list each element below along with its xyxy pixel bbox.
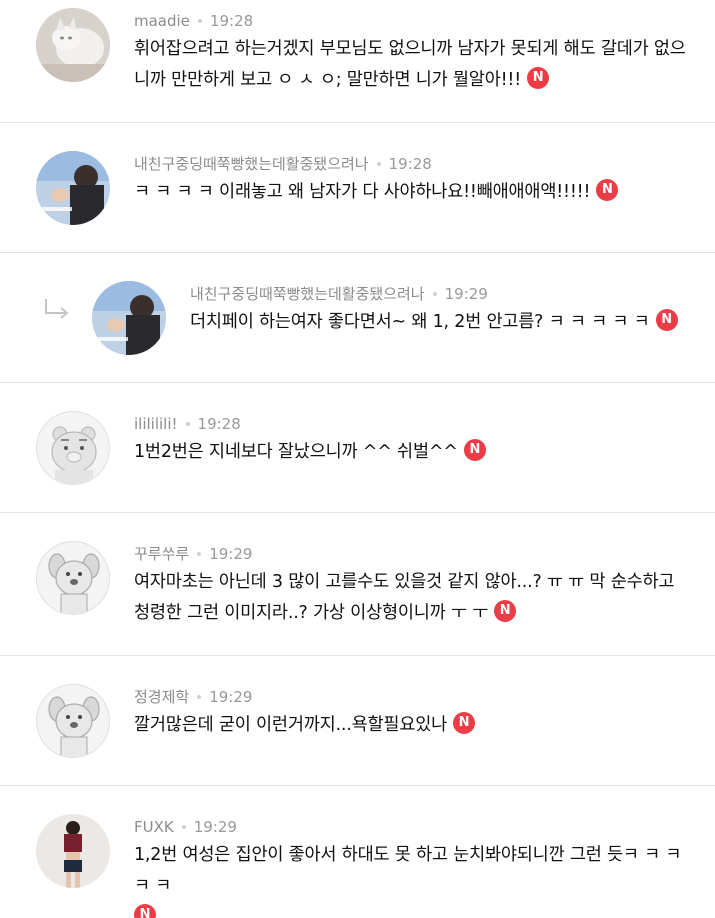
separator-dot (197, 19, 202, 23)
new-badge: N (463, 439, 486, 461)
person-photo-avatar[interactable] (36, 151, 110, 225)
comment-text: 1번2번은 지네보다 잘났으니까 ^^ 쉬벌^^ N (134, 437, 715, 468)
comment-username[interactable]: 내친구중딩때쭉빵했는데활중됐으려나 (190, 285, 425, 303)
separator-dot (181, 825, 186, 829)
comment-text-content: 1,2번 여성은 집안이 좋아서 하대도 못 하고 눈치봐야되니깐 그런 듯ㅋ … (134, 845, 682, 896)
comment-time: 19:29 (209, 545, 253, 563)
comment-item: 내친구중딩때쭉빵했는데활중됐으려나 19:28 ㅋ ㅋ ㅋ ㅋ 이래놓고 왜 남… (0, 123, 715, 253)
person-photo-avatar[interactable] (92, 281, 166, 355)
new-badge: N (655, 309, 678, 331)
new-badge: N (134, 904, 156, 918)
comment-body: 꾸루쑤루 19:29 여자마초는 아닌데 3 많이 고를수도 있을것 같지 않아… (134, 541, 715, 629)
dog-character-avatar[interactable] (36, 684, 110, 758)
comment-text-content: 더치페이 하는여자 좋다면서~ 왜 1, 2번 안고름? ㅋ ㅋ ㅋ ㅋ ㅋ (190, 312, 650, 332)
comment-item: FUXK 19:29 1,2번 여성은 집안이 좋아서 하대도 못 하고 눈치봐… (0, 786, 715, 918)
comment-username[interactable]: maadie (134, 12, 190, 30)
comment-username[interactable]: 정경제학 (134, 688, 189, 706)
comment-time: 19:29 (444, 285, 488, 303)
comment-text: 여자마초는 아닌데 3 많이 고를수도 있을것 같지 않아...? ㅠ ㅠ 막 … (134, 567, 694, 629)
comment-text: 1,2번 여성은 집안이 좋아서 하대도 못 하고 눈치봐야되니깐 그런 듯ㅋ … (134, 840, 694, 918)
comment-time: 19:28 (197, 415, 241, 433)
separator-dot (197, 552, 202, 556)
comment-text: 더치페이 하는여자 좋다면서~ 왜 1, 2번 안고름? ㅋ ㅋ ㅋ ㅋ ㅋN (190, 307, 715, 338)
comment-item: maadie 19:28 휘어잡으려고 하는거겠지 부모님도 없으니까 남자가 … (0, 0, 715, 123)
new-badge: N (527, 67, 550, 89)
dog-character-avatar[interactable] (36, 541, 110, 615)
new-badge: N (596, 179, 619, 201)
comment-username[interactable]: FUXK (134, 818, 174, 836)
comment-item: ilililili! 19:28 1번2번은 지네보다 잘났으니까 ^^ 쉬벌^… (0, 383, 715, 513)
comment-list: maadie 19:28 휘어잡으려고 하는거겠지 부모님도 없으니까 남자가 … (0, 0, 715, 918)
separator-dot (185, 422, 190, 426)
separator-dot (376, 162, 381, 166)
new-badge: N (453, 712, 476, 734)
comment-username[interactable]: 내친구중딩때쭉빵했는데활중됐으려나 (134, 155, 369, 173)
comment-text: ㅋ ㅋ ㅋ ㅋ 이래놓고 왜 남자가 다 사야하나요!!빼애애애액!!!!! N (134, 177, 715, 208)
comment-text: 휘어잡으려고 하는거겠지 부모님도 없으니까 남자가 못되게 해도 갈데가 없으… (134, 34, 694, 96)
comment-time: 19:28 (388, 155, 432, 173)
comment-item: 정경제학 19:29 깔거많은데 굳이 이런거까지...욕할필요있나 N (0, 656, 715, 786)
comment-item: 꾸루쑤루 19:29 여자마초는 아닌데 3 많이 고를수도 있을것 같지 않아… (0, 513, 715, 656)
comment-text-content: 깔거많은데 굳이 이런거까지...욕할필요있나 (134, 715, 448, 735)
comment-username[interactable]: 꾸루쑤루 (134, 545, 189, 563)
new-badge: N (494, 600, 517, 622)
cat-photo-avatar[interactable] (36, 8, 110, 82)
comment-time: 19:29 (209, 688, 253, 706)
separator-dot (432, 292, 437, 296)
comment-text-content: 휘어잡으려고 하는거겠지 부모님도 없으니까 남자가 못되게 해도 갈데가 없으… (134, 39, 686, 90)
comment-text: 깔거많은데 굳이 이런거까지...욕할필요있나 N (134, 710, 715, 741)
bear-character-avatar[interactable] (36, 411, 110, 485)
comment-time: 19:28 (209, 12, 254, 30)
reply-comment-item: 내친구중딩때쭉빵했는데활중됐으려나 19:29 더치페이 하는여자 좋다면서~ … (0, 253, 715, 383)
comment-body: 정경제학 19:29 깔거많은데 굳이 이런거까지...욕할필요있나 N (134, 684, 715, 741)
comment-text-content: 여자마초는 아닌데 3 많이 고를수도 있을것 같지 않아...? ㅠ ㅠ 막 … (134, 572, 675, 623)
comment-text-content: ㅋ ㅋ ㅋ ㅋ 이래놓고 왜 남자가 다 사야하나요!!빼애애애액!!!!! (134, 182, 591, 202)
comment-body: ilililili! 19:28 1번2번은 지네보다 잘났으니까 ^^ 쉬벌^… (134, 411, 715, 468)
comment-body: FUXK 19:29 1,2번 여성은 집안이 좋아서 하대도 못 하고 눈치봐… (134, 814, 715, 918)
comment-body: maadie 19:28 휘어잡으려고 하는거겠지 부모님도 없으니까 남자가 … (134, 8, 715, 96)
woman-photo-avatar[interactable] (36, 814, 110, 888)
comment-body: 내친구중딩때쭉빵했는데활중됐으려나 19:28 ㅋ ㅋ ㅋ ㅋ 이래놓고 왜 남… (134, 151, 715, 208)
reply-arrow-icon (45, 299, 69, 319)
separator-dot (197, 695, 202, 699)
comment-text-content: 1번2번은 지네보다 잘났으니까 ^^ 쉬벌^^ (134, 442, 458, 462)
comment-username[interactable]: ilililili! (134, 415, 178, 433)
comment-body: 내친구중딩때쭉빵했는데활중됐으려나 19:29 더치페이 하는여자 좋다면서~ … (190, 281, 715, 338)
comment-time: 19:29 (193, 818, 237, 836)
